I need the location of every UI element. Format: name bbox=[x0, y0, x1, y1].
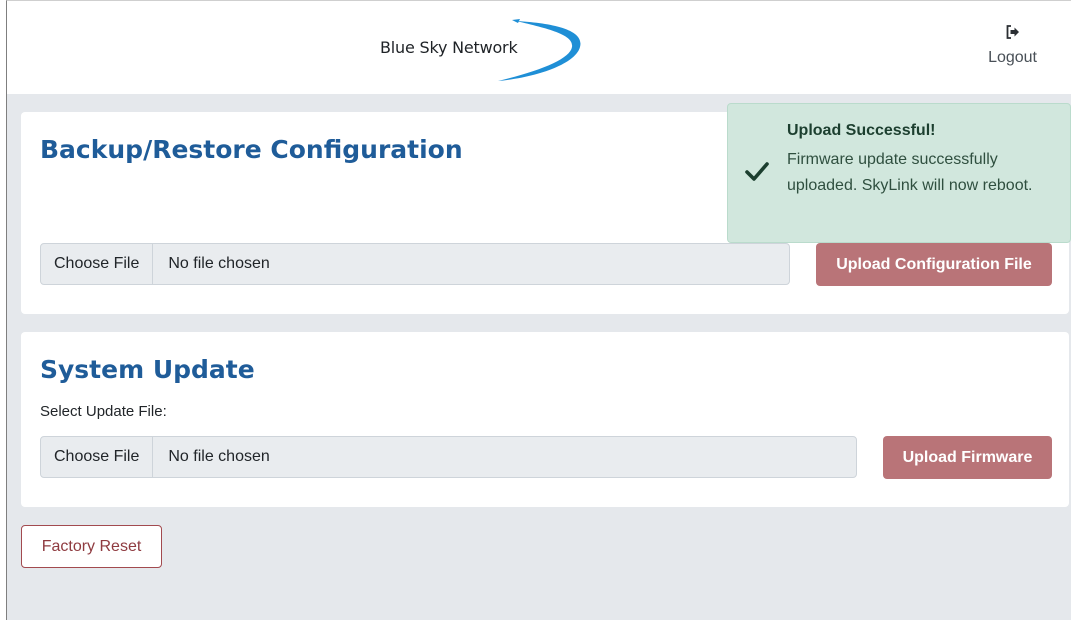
upload-firmware-button[interactable]: Upload Firmware bbox=[883, 436, 1052, 479]
logout-label: Logout bbox=[988, 49, 1037, 66]
checkmark-icon bbox=[744, 158, 770, 184]
upload-success-toast[interactable]: Upload Successful! Firmware update succe… bbox=[727, 103, 1071, 243]
top-header: Blue Sky Network Logout bbox=[7, 1, 1071, 94]
config-choose-file-button[interactable]: Choose File bbox=[41, 244, 154, 284]
select-update-file-label: Select Update File: bbox=[40, 403, 167, 420]
factory-reset-button[interactable]: Factory Reset bbox=[21, 525, 162, 568]
upload-configuration-button[interactable]: Upload Configuration File bbox=[816, 243, 1052, 286]
blue-sky-network-logo: Blue Sky Network bbox=[380, 19, 590, 83]
app-frame: Blue Sky Network Logout Backup/Restore C… bbox=[6, 0, 1071, 620]
toast-message: Firmware update successfully uploaded. S… bbox=[787, 151, 1033, 194]
logo-text: Blue Sky Network bbox=[380, 38, 518, 57]
system-update-title: System Update bbox=[40, 355, 255, 384]
config-file-status: No file chosen bbox=[168, 255, 270, 272]
backup-restore-title: Backup/Restore Configuration bbox=[40, 135, 463, 164]
firmware-file-status: No file chosen bbox=[168, 448, 270, 465]
firmware-file-input[interactable]: Choose File No file chosen bbox=[40, 436, 857, 478]
logout-icon bbox=[988, 25, 1037, 41]
system-update-card: System Update Select Update File: Choose… bbox=[21, 332, 1069, 507]
logout-button[interactable]: Logout bbox=[988, 25, 1037, 67]
firmware-choose-file-button[interactable]: Choose File bbox=[41, 437, 154, 477]
toast-title: Upload Successful! bbox=[787, 122, 936, 139]
config-file-input[interactable]: Choose File No file chosen bbox=[40, 243, 790, 285]
